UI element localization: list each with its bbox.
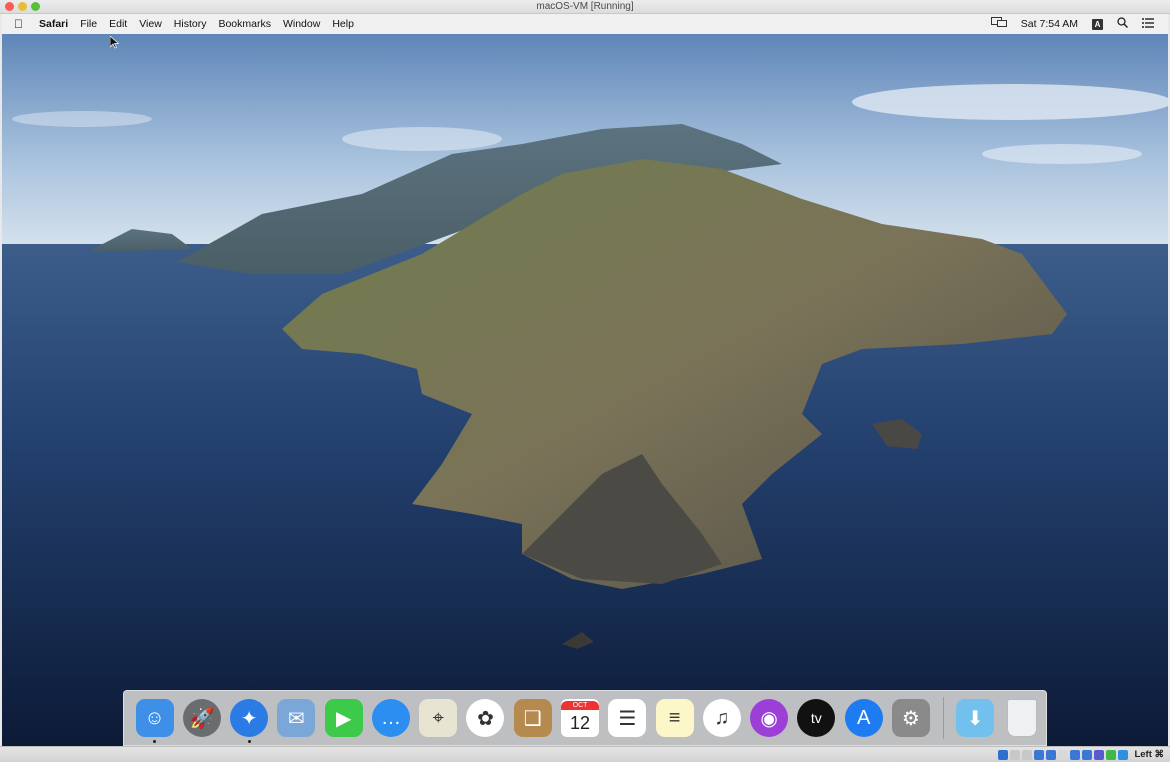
menu-window[interactable]: Window xyxy=(277,18,326,30)
photos-glyph: ✿ xyxy=(477,707,494,730)
host-window-titlebar: macOS-VM [Running] xyxy=(0,0,1170,14)
dock-item-music[interactable]: ♫ xyxy=(698,693,745,743)
app-store-icon: A xyxy=(844,699,883,737)
contacts-book-glyph: ❑ xyxy=(523,707,542,730)
dock-item-maps[interactable]: ⌖ xyxy=(415,693,462,743)
reminders-glyph: ☰ xyxy=(618,707,637,730)
messages-icon: … xyxy=(371,699,410,737)
music-note-glyph: ♫ xyxy=(714,706,730,729)
dock-separator xyxy=(942,697,944,739)
trash-icon xyxy=(1007,699,1038,737)
maps-glyph: ⌖ xyxy=(432,706,444,729)
finder-glyph: ☺ xyxy=(144,706,165,729)
finder-icon: ☺ xyxy=(135,699,174,737)
facetime-glyph: ▶ xyxy=(335,707,352,730)
vm-screen[interactable]:  Safari File Edit View History Bookmark… xyxy=(2,14,1168,746)
downloads-folder-glyph: ⬇ xyxy=(966,707,984,730)
optical-drive-icon[interactable] xyxy=(1010,749,1021,760)
safari-compass-glyph: ✦ xyxy=(240,707,258,730)
network-icon[interactable] xyxy=(1034,749,1045,760)
apple-tv-icon: tv xyxy=(797,699,836,737)
safari-compass-icon: ✦ xyxy=(230,699,269,737)
host-statusbar: Left ⌘ xyxy=(0,746,1170,762)
apple-menu-icon[interactable]:  xyxy=(2,17,33,31)
shared-folder-icon[interactable] xyxy=(1058,749,1069,760)
downloads-folder-icon: ⬇ xyxy=(956,699,995,737)
maps-icon: ⌖ xyxy=(419,699,458,737)
video-capture-icon[interactable] xyxy=(1082,749,1093,760)
dock-item-launchpad[interactable]: 🚀 xyxy=(178,693,225,743)
reminders-icon: ☰ xyxy=(608,699,647,737)
desktop-wallpaper[interactable] xyxy=(2,34,1168,746)
hard-disk-icon[interactable] xyxy=(998,749,1009,760)
photos-icon: ✿ xyxy=(466,699,505,737)
running-indicator xyxy=(247,740,251,743)
dock-item-notes[interactable]: ≡ xyxy=(651,693,698,743)
dock-item-messages[interactable]: … xyxy=(367,693,414,743)
dock-item-facetime[interactable]: ▶ xyxy=(320,693,367,743)
menubar-clock[interactable]: Sat 7:54 AM xyxy=(1021,18,1078,30)
host-window-title: macOS-VM [Running] xyxy=(536,1,634,12)
host-key-label: Left ⌘ xyxy=(1134,749,1164,760)
calendar-day-label: 12 xyxy=(570,712,591,733)
usb-icon[interactable] xyxy=(1046,749,1057,760)
facetime-icon: ▶ xyxy=(324,699,363,737)
dock-item-finder[interactable]: ☺ xyxy=(131,693,178,743)
display-mirroring-icon[interactable] xyxy=(990,17,1007,31)
vm-icon[interactable] xyxy=(1094,749,1105,760)
dock: ☺ 🚀 ✦ ✉ ▶ … ⌖ ✿ ❑ OCT 12 ☰ ≡ ♫ ◉ tv A ⚙ ⬇ xyxy=(123,690,1047,746)
app-store-glyph: A xyxy=(856,706,871,729)
mail-stamp-icon: ✉ xyxy=(277,699,316,737)
display-icon[interactable] xyxy=(1070,749,1081,760)
menu-file[interactable]: File xyxy=(74,18,103,30)
dock-item-contacts[interactable]: ❑ xyxy=(509,693,556,743)
dock-item-calendar[interactable]: OCT 12 xyxy=(556,693,603,743)
input-source-icon[interactable]: A xyxy=(1092,18,1103,30)
podcasts-glyph: ◉ xyxy=(760,707,778,730)
launchpad-rocket-icon: 🚀 xyxy=(182,699,221,737)
dock-item-app-store[interactable]: A xyxy=(840,693,887,743)
menu-edit[interactable]: Edit xyxy=(103,18,133,30)
mail-stamp-glyph: ✉ xyxy=(288,707,305,730)
gear-glyph: ⚙ xyxy=(901,707,920,730)
notes-glyph: ≡ xyxy=(668,706,681,729)
spotlight-search-icon[interactable] xyxy=(1117,17,1129,31)
menu-bookmarks[interactable]: Bookmarks xyxy=(212,18,277,30)
messages-glyph: … xyxy=(380,706,401,729)
dock-item-downloads[interactable]: ⬇ xyxy=(952,693,999,743)
podcasts-icon: ◉ xyxy=(750,699,789,737)
notes-icon: ≡ xyxy=(655,699,694,737)
menu-app-safari[interactable]: Safari xyxy=(33,18,74,30)
dock-item-safari[interactable]: ✦ xyxy=(226,693,273,743)
contacts-book-icon: ❑ xyxy=(513,699,552,737)
music-note-icon: ♫ xyxy=(702,699,741,737)
dock-item-reminders[interactable]: ☰ xyxy=(604,693,651,743)
dock-item-mail[interactable]: ✉ xyxy=(273,693,320,743)
dock-item-system-preferences[interactable]: ⚙ xyxy=(887,693,934,743)
dock-item-podcasts[interactable]: ◉ xyxy=(745,693,792,743)
dock-item-trash[interactable] xyxy=(999,693,1046,743)
menu-view[interactable]: View xyxy=(133,18,168,30)
audio-icon[interactable] xyxy=(1022,749,1033,760)
notification-center-icon[interactable] xyxy=(1142,17,1154,31)
calendar-month-label: OCT xyxy=(561,700,600,710)
menu-history[interactable]: History xyxy=(168,18,213,30)
launchpad-rocket-glyph: 🚀 xyxy=(189,707,215,730)
cpu-icon[interactable] xyxy=(1118,749,1129,760)
running-indicator xyxy=(153,740,157,743)
green-arrow-icon[interactable] xyxy=(1106,749,1117,760)
calendar-icon: OCT 12 xyxy=(561,699,600,737)
dock-item-photos[interactable]: ✿ xyxy=(462,693,509,743)
mouse-pointer-icon xyxy=(110,36,119,49)
menu-help[interactable]: Help xyxy=(326,18,360,30)
macos-menubar:  Safari File Edit View History Bookmark… xyxy=(2,14,1168,34)
gear-icon: ⚙ xyxy=(891,699,930,737)
apple-tv-glyph: tv xyxy=(810,710,822,726)
dock-item-tv[interactable]: tv xyxy=(793,693,840,743)
